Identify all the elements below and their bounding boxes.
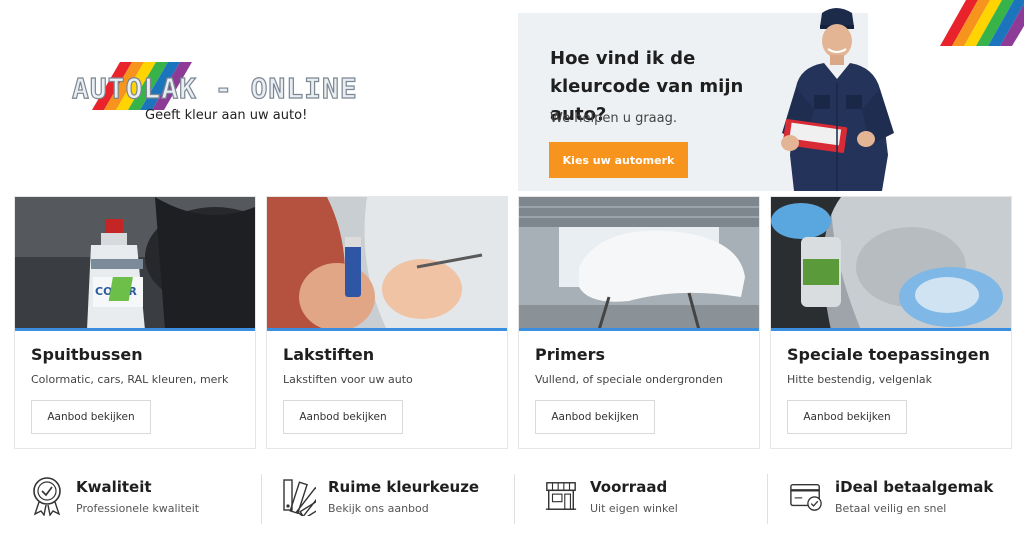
corner-rainbow-decoration [940,0,1024,46]
award-ribbon-icon [33,477,61,516]
card-accent-bar [519,328,759,331]
feature-subtitle: Professionele kwaliteit [76,502,200,515]
mechanic-illustration [781,8,894,191]
card-title[interactable]: Lakstiften [283,345,374,364]
card-accent-bar [771,328,1011,331]
feature-title: Kwaliteit [76,478,152,496]
product-card-speciale-toepassingen: Speciale toepassingen Hitte bestendig, v… [770,196,1012,449]
view-offer-button[interactable]: Aanbod bekijken [283,400,403,434]
feature-subtitle: Bekijk ons aanbod [328,502,429,515]
feature-divider [767,474,768,524]
view-offer-button[interactable]: Aanbod bekijken [787,400,907,434]
card-title[interactable]: Primers [535,345,605,364]
card-accent-bar [15,328,255,331]
view-offer-button[interactable]: Aanbod bekijken [31,400,151,434]
card-description: Hitte bestendig, velgenlak [787,373,932,386]
card-description: Lakstiften voor uw auto [283,373,413,386]
feature-ruime-kleurkeuze: Ruime kleurkeuze Bekijk ons aanbod [282,474,502,524]
feature-title: Ruime kleurkeuze [328,478,480,496]
product-image-touch-up-pen[interactable] [267,197,507,330]
card-title[interactable]: Speciale toepassingen [787,345,990,364]
feature-ideal-betaalgemak: iDeal betaalgemak Betaal veilig en snel [789,474,1014,524]
feature-divider [514,474,515,524]
feature-subtitle: Uit eigen winkel [590,502,678,515]
feature-voorraad: Voorraad Uit eigen winkel [544,474,764,524]
hero-subtitle: We helpen u graag. [550,111,677,126]
product-image-primed-bumper[interactable] [519,197,759,330]
site-logo[interactable]: AUTOLAK - ONLINE Geeft kleur aan uw auto… [71,58,357,138]
credit-card-check-icon [790,483,822,511]
card-accent-bar [267,328,507,331]
product-card-primers: Primers Vullend, of speciale ondergronde… [518,196,760,449]
storefront-icon [545,482,577,510]
product-card-lakstiften: Lakstiften Lakstiften voor uw auto Aanbo… [266,196,508,449]
product-image-wheel-cleaning[interactable] [771,197,1011,330]
feature-title: Voorraad [590,478,668,496]
card-description: Vullend, of speciale ondergronden [535,373,723,386]
view-offer-button[interactable]: Aanbod bekijken [535,400,655,434]
color-fan-icon [283,479,316,516]
card-title[interactable]: Spuitbussen [31,345,143,364]
feature-subtitle: Betaal veilig en snel [835,502,947,515]
hero-panel: Hoe vind ik de kleurcode van mijn auto? … [518,8,894,191]
choose-car-brand-button[interactable]: Kies uw automerk [549,142,688,178]
product-image-spray-can[interactable]: COLOR [15,197,255,330]
logo-text: AUTOLAK - ONLINE [71,71,358,105]
product-card-spuitbussen: COLOR Spuitbussen Colormatic, cars, RAL … [14,196,256,449]
card-description: Colormatic, cars, RAL kleuren, merk [31,373,229,386]
logo-tagline: Geeft kleur aan uw auto! [145,108,308,123]
feature-divider [261,474,262,524]
feature-kwaliteit: Kwaliteit Professionele kwaliteit [30,474,250,524]
feature-title: iDeal betaalgemak [835,478,994,496]
